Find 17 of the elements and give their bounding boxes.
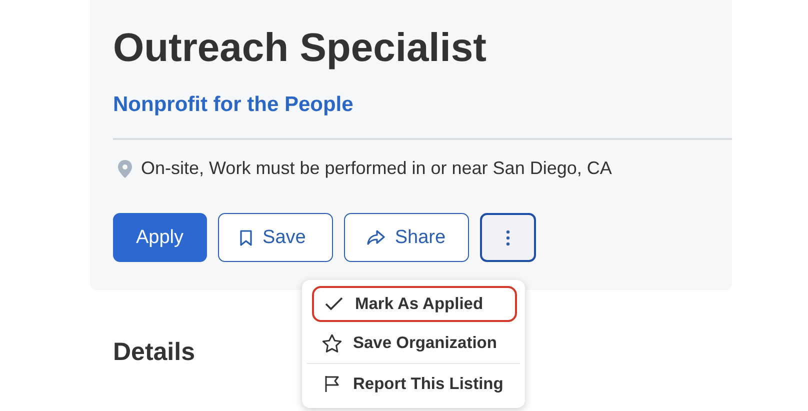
checkmark-icon	[324, 297, 344, 311]
menu-item[interactable]: Report This Listing	[307, 364, 520, 404]
menu-item[interactable]: Mark As Applied	[312, 286, 517, 322]
more-options-button[interactable]	[480, 213, 536, 262]
vertical-dots-icon	[506, 230, 510, 246]
menu-item[interactable]: Save Organization	[307, 324, 520, 364]
location-pin-icon	[118, 160, 132, 178]
share-arrow-icon	[366, 230, 385, 245]
save-button[interactable]: Save	[218, 213, 333, 262]
share-button[interactable]: Share	[344, 213, 469, 262]
apply-button[interactable]: Apply	[113, 213, 207, 262]
job-title: Outreach Specialist	[113, 25, 488, 72]
star-icon	[322, 334, 342, 353]
bookmark-icon	[238, 230, 253, 246]
location-text: On-site, Work must be performed in or near San Diego, CA	[141, 158, 612, 179]
section-heading: Details	[113, 338, 195, 367]
organization-link[interactable]: Nonprofit for the People	[113, 92, 354, 118]
